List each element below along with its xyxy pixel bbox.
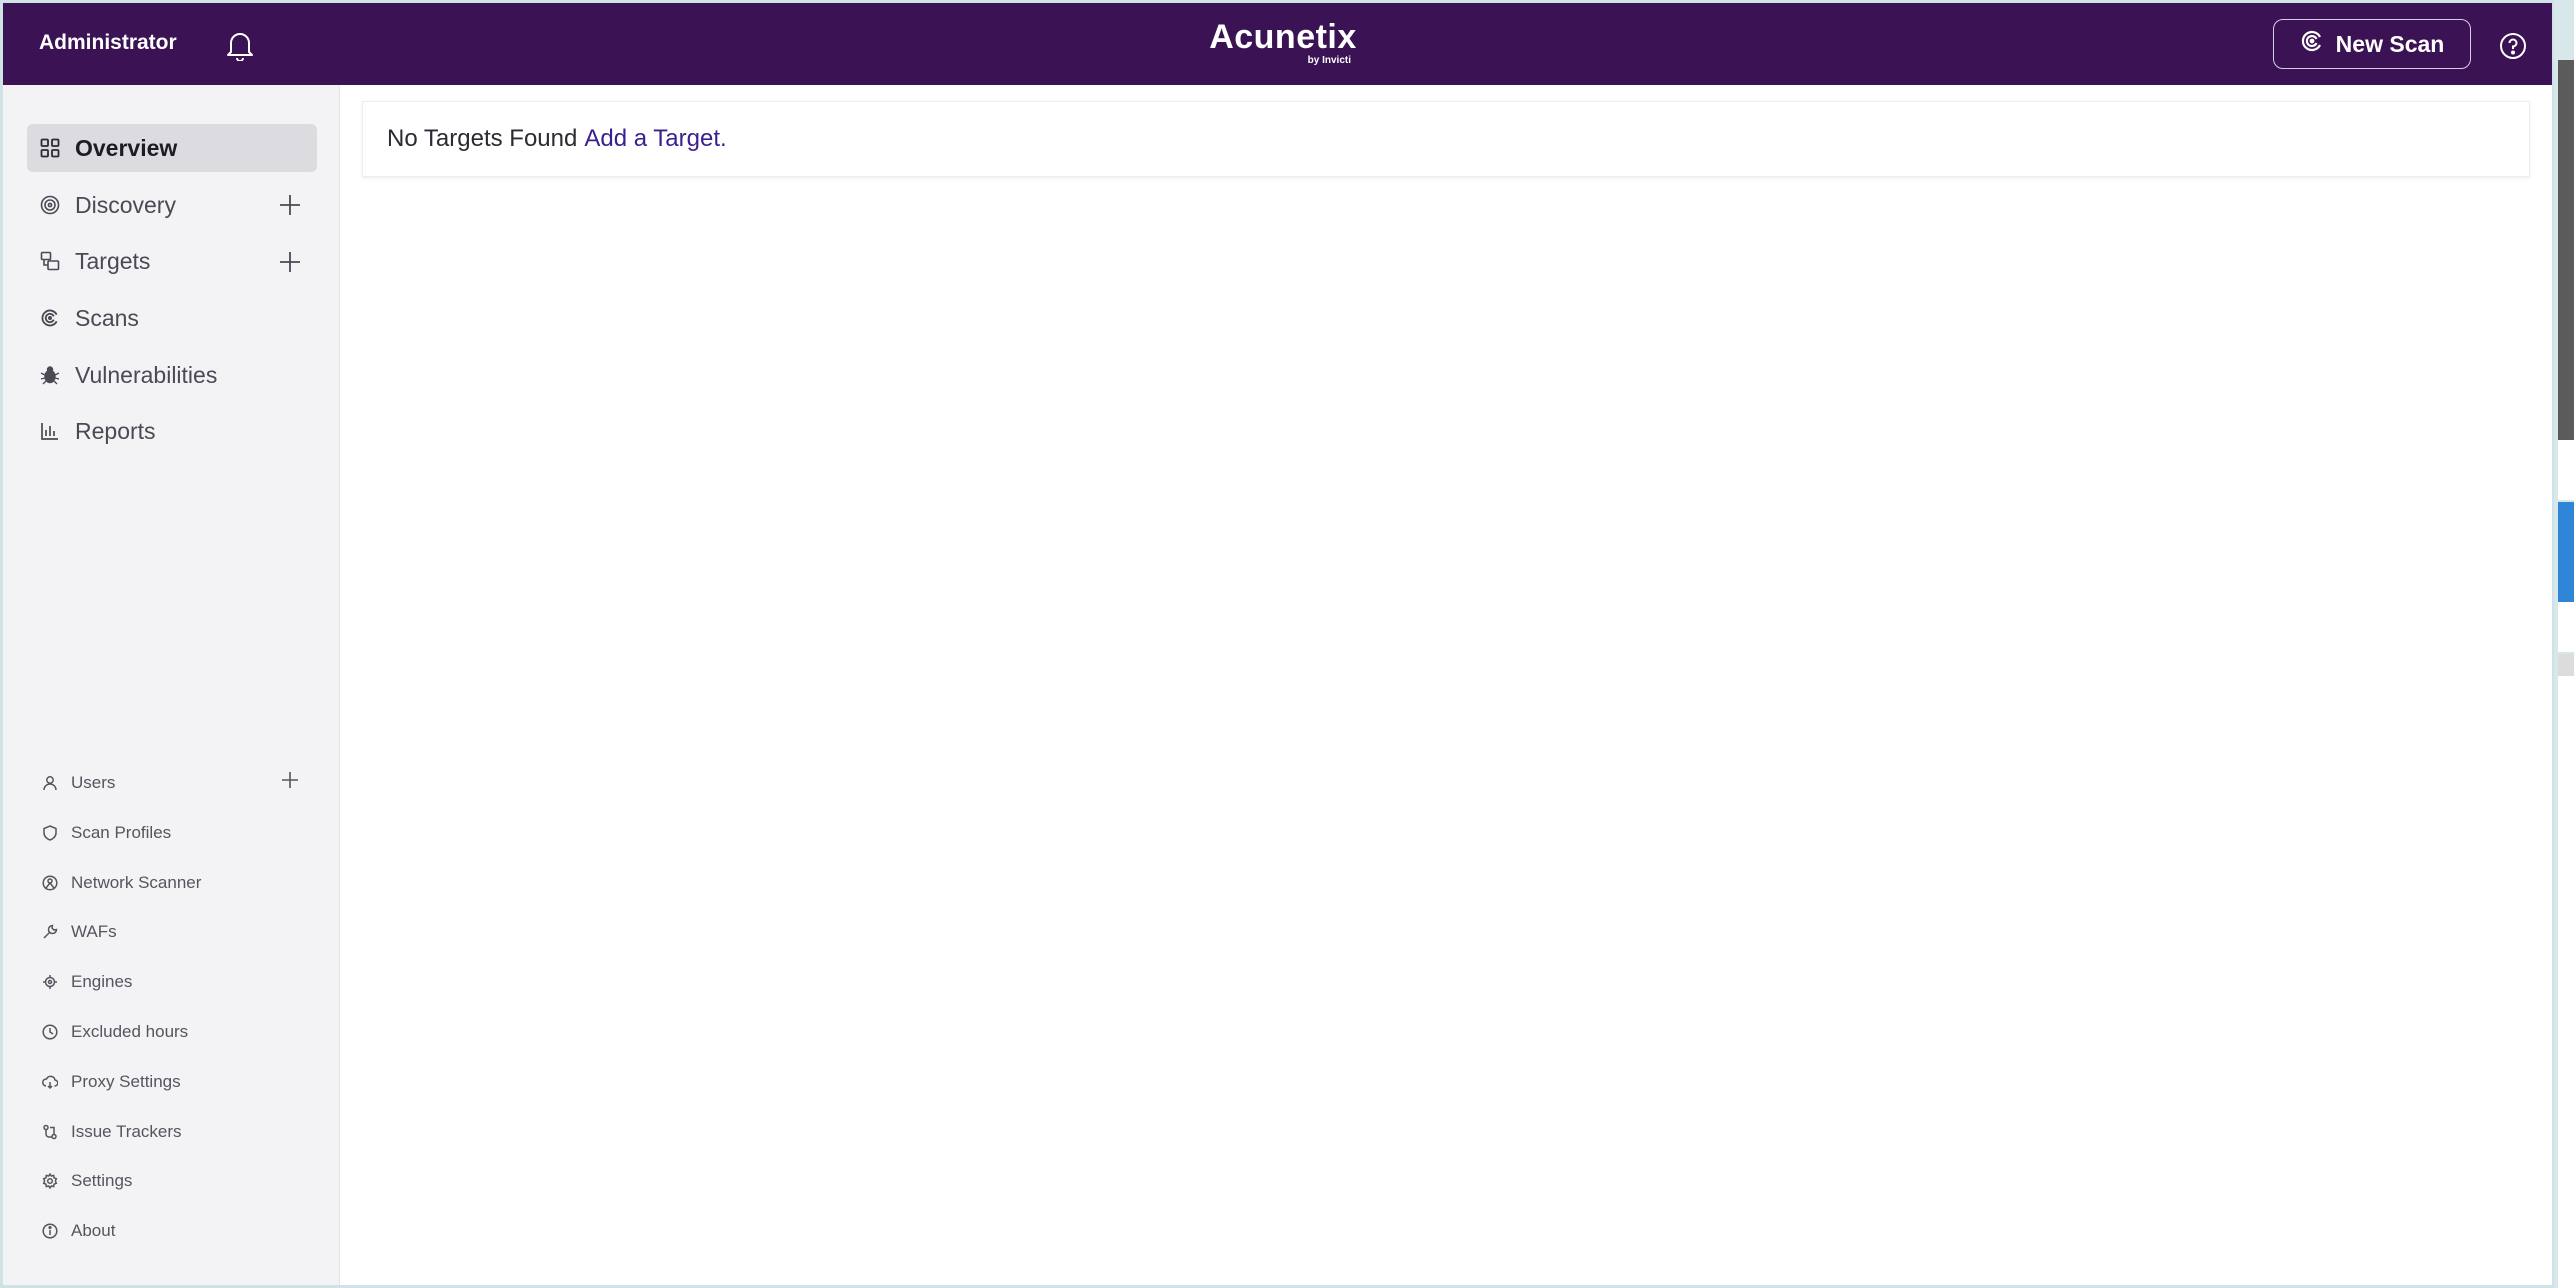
sidebar-item-issue-trackers[interactable]: Issue Trackers (33, 1114, 293, 1150)
brand-subtitle: by Invicti (1307, 55, 1351, 66)
sidebar-item-label: Vulnerabilities (75, 361, 218, 388)
targets-icon (39, 250, 61, 272)
scan-icon (39, 307, 61, 329)
clock-icon (41, 1023, 59, 1041)
sidebar-item-label: Users (71, 773, 116, 792)
tracker-icon (41, 1123, 59, 1141)
sidebar-item-label: Overview (75, 134, 178, 161)
background-window-strip (2558, 502, 2574, 602)
sidebar-item-label: Issue Trackers (71, 1122, 182, 1141)
sidebar-item-label: Excluded hours (71, 1022, 189, 1041)
target-icon (39, 194, 61, 216)
sidebar-item-about[interactable]: About (33, 1213, 293, 1249)
sidebar-item-label: Network Scanner (71, 873, 202, 892)
grid-icon (39, 137, 61, 159)
notice-text: No Targets Found (387, 125, 578, 152)
brand-name: Acunetix (1209, 18, 1357, 56)
bug-icon (39, 364, 61, 386)
wrench-icon (41, 923, 59, 941)
sidebar-item-scan-profiles[interactable]: Scan Profiles (33, 815, 293, 851)
new-scan-label: New Scan (2335, 30, 2445, 57)
main-content: No Targets Found Add a Target. (340, 85, 2552, 1285)
sidebar: Overview Discovery Targets Scans Vulnera… (3, 85, 340, 1285)
sidebar-item-label: WAFs (71, 922, 117, 941)
help-icon[interactable] (2499, 32, 2527, 60)
background-window-strip (2558, 654, 2574, 676)
sidebar-item-wafs[interactable]: WAFs (33, 914, 293, 950)
sidebar-item-label: About (71, 1221, 116, 1240)
empty-targets-notice: No Targets Found Add a Target. (362, 101, 2530, 177)
sidebar-item-label: Scan Profiles (71, 823, 172, 842)
new-scan-button[interactable]: New Scan (2273, 19, 2471, 69)
sidebar-item-engines[interactable]: Engines (33, 964, 293, 1000)
sidebar-item-label: Targets (75, 247, 151, 274)
add-discovery-button[interactable] (275, 190, 305, 220)
top-bar: Administrator Acunetix by Invicti New Sc… (3, 3, 2552, 85)
user-menu[interactable]: Administrator (39, 31, 177, 55)
sidebar-item-targets[interactable]: Targets (27, 237, 317, 285)
scan-icon (2300, 29, 2324, 59)
chart-icon (39, 420, 61, 442)
sidebar-item-scans[interactable]: Scans (27, 294, 317, 342)
background-window-strip (2558, 602, 2574, 652)
sidebar-item-label: Settings (71, 1171, 133, 1190)
shield-icon (41, 824, 59, 842)
sidebar-item-users[interactable]: Users (33, 765, 293, 801)
sidebar-item-discovery[interactable]: Discovery (27, 181, 317, 229)
bell-icon[interactable] (225, 29, 255, 62)
sidebar-item-network-scanner[interactable]: Network Scanner (33, 865, 293, 901)
gear-icon (41, 1172, 59, 1190)
info-icon (41, 1222, 59, 1240)
sidebar-item-vulnerabilities[interactable]: Vulnerabilities (27, 351, 317, 399)
cloud-icon (41, 1073, 59, 1091)
background-window-strip (2558, 676, 2574, 1288)
sidebar-item-excluded-hours[interactable]: Excluded hours (33, 1014, 293, 1050)
sidebar-item-settings[interactable]: Settings (33, 1163, 293, 1199)
brand-logo: Acunetix by Invicti (1203, 19, 1363, 67)
sidebar-item-label: Proxy Settings (71, 1072, 181, 1091)
sidebar-item-overview[interactable]: Overview (27, 124, 317, 172)
sidebar-item-reports[interactable]: Reports (27, 407, 317, 455)
engine-icon (41, 973, 59, 991)
app-window: Administrator Acunetix by Invicti New Sc… (3, 3, 2552, 1285)
sidebar-item-label: Reports (75, 417, 156, 444)
user-icon (41, 774, 59, 792)
sidebar-item-proxy-settings[interactable]: Proxy Settings (33, 1064, 293, 1100)
add-target-link[interactable]: Add a Target. (584, 125, 726, 153)
add-user-button[interactable] (278, 768, 302, 792)
sidebar-item-label: Scans (75, 304, 139, 331)
background-window-strip (2558, 60, 2574, 440)
sidebar-item-label: Discovery (75, 191, 176, 218)
add-target-button[interactable] (275, 247, 305, 277)
background-window-edge (2554, 0, 2574, 1288)
background-window-strip (2558, 440, 2574, 500)
network-icon (41, 874, 59, 892)
sidebar-item-label: Engines (71, 972, 133, 991)
